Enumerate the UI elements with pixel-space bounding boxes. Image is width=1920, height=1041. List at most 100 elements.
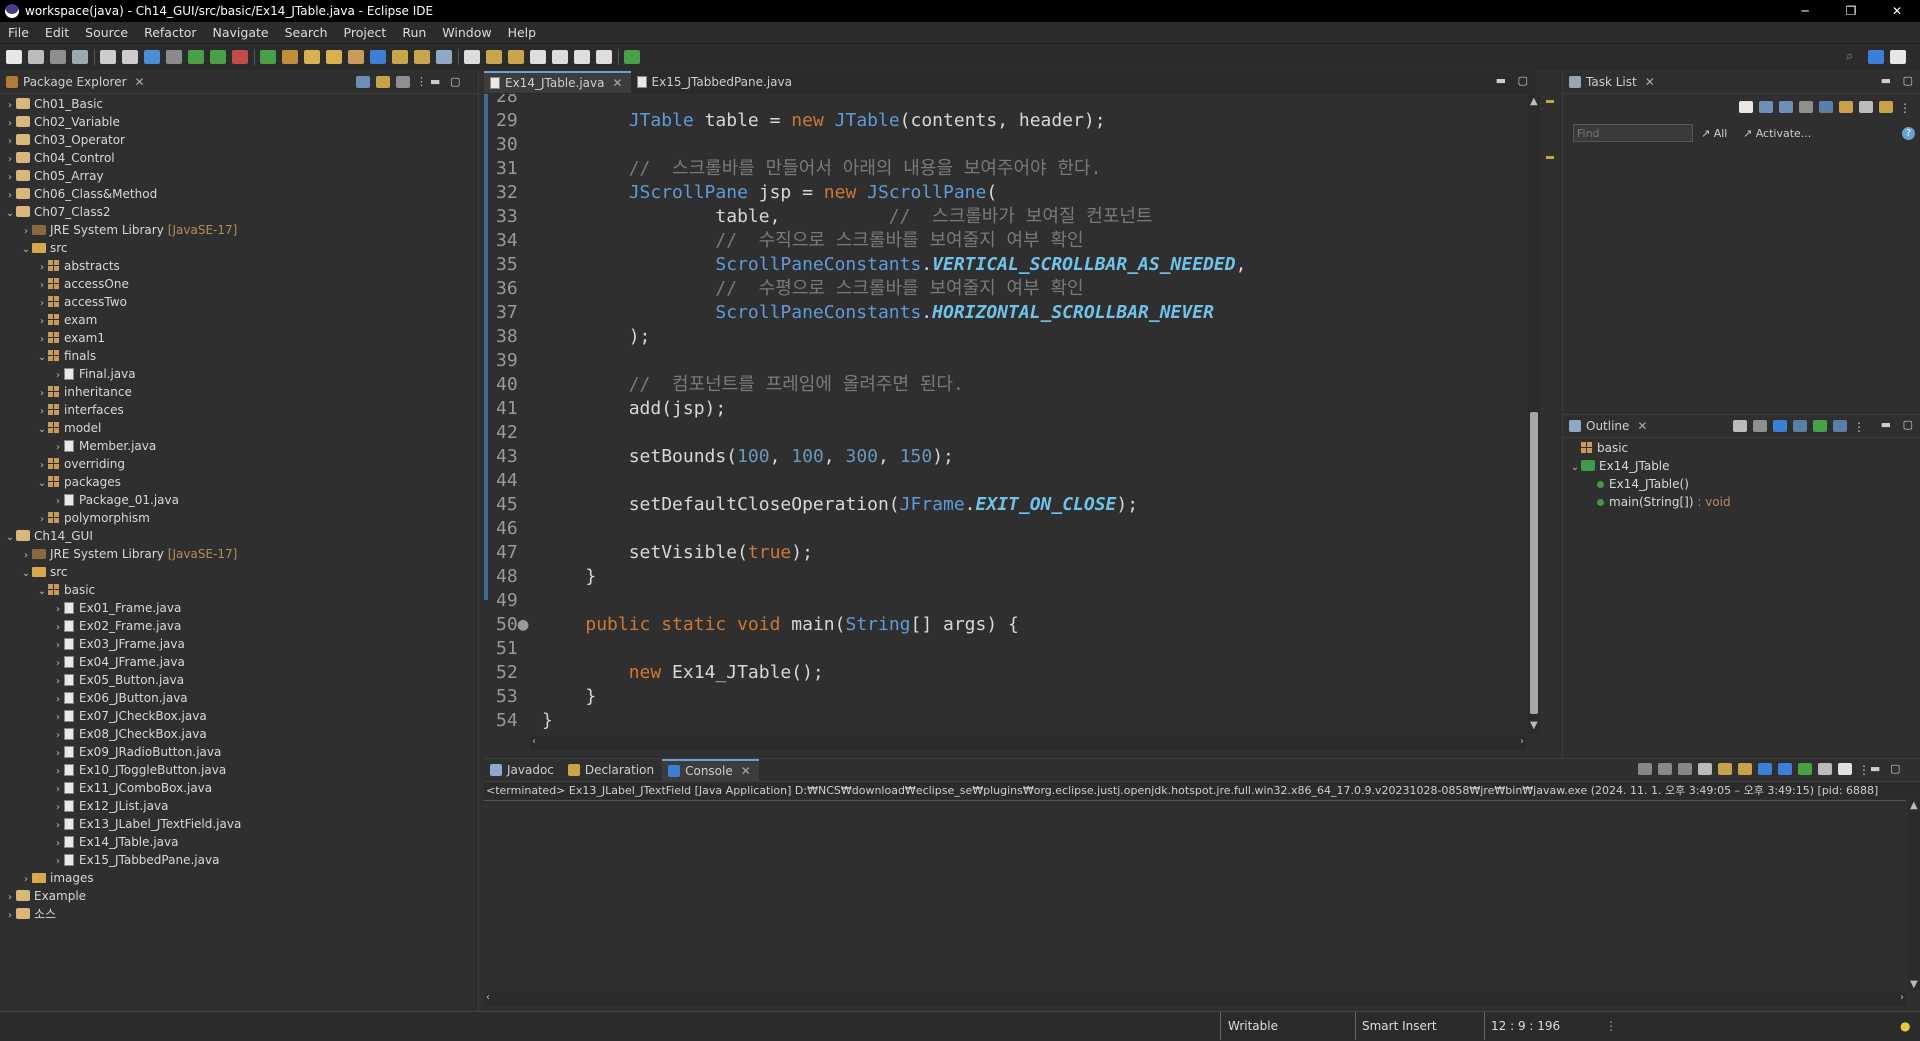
search-icon[interactable]: ⌕ [1846, 50, 1862, 64]
hide-static-icon[interactable] [1793, 420, 1807, 432]
save-all-icon[interactable] [50, 50, 66, 64]
tree-item[interactable]: › Ex03_JFrame.java [0, 635, 478, 653]
tree-item[interactable]: › JRE System Library [JavaSE-17] [0, 221, 478, 239]
editor-tab[interactable]: Ex15_JTabbedPane.java [631, 71, 800, 93]
print-icon[interactable] [72, 50, 88, 64]
remove-all-icon[interactable] [1678, 763, 1692, 775]
pin-console-icon[interactable] [1798, 763, 1812, 775]
status-menu-icon[interactable]: ⋮ [1605, 1019, 1617, 1033]
display-console-icon[interactable] [1818, 763, 1832, 775]
menu-file[interactable]: File [0, 25, 37, 40]
tree-item[interactable]: ⌄ Ch14_GUI [0, 527, 478, 545]
minimize-view-icon[interactable]: ▬ [430, 76, 444, 88]
open-task-icon[interactable] [326, 50, 342, 64]
editor-tab[interactable]: Ex14_JTable.java ✕ [484, 71, 631, 93]
minimize-editor-icon[interactable]: ▬ [1496, 74, 1506, 87]
editor-horizontal-scrollbar[interactable]: ‹ › [530, 736, 1526, 750]
code-line[interactable]: ScrollPaneConstants.VERTICAL_SCROLLBAR_A… [542, 253, 1246, 277]
mark-occurrences-icon[interactable] [436, 50, 452, 64]
tree-item[interactable]: ⌄ src [0, 239, 478, 257]
back-icon[interactable] [530, 50, 546, 64]
close-tab-icon[interactable]: ✕ [612, 76, 622, 90]
tree-item[interactable]: › exam [0, 311, 478, 329]
link-with-editor-icon[interactable] [376, 76, 390, 88]
scroll-thumb[interactable] [1530, 412, 1538, 714]
breakpoint-icon[interactable] [166, 50, 182, 64]
redo-icon[interactable] [122, 50, 138, 64]
code-line[interactable]: // 스크롤바를 만들어서 아래의 내용을 보여주어야 한다. [542, 157, 1102, 181]
console-vertical-scrollbar[interactable]: ▲ ▼ [1908, 800, 1920, 990]
clear-console-icon[interactable] [1698, 763, 1712, 775]
tree-item[interactable]: › Ex12_JList.java [0, 797, 478, 815]
next-annotation-icon[interactable] [392, 50, 408, 64]
view-menu-icon[interactable]: ⋮ [416, 76, 427, 88]
code-line[interactable]: setDefaultCloseOperation(JFrame.EXIT_ON_… [542, 493, 1138, 517]
insert-mode-status[interactable]: Smart Insert [1362, 1019, 1437, 1033]
outline-item[interactable]: main(String[]) : void [1569, 493, 1731, 511]
maximize-view-icon[interactable]: ▢ [1903, 74, 1913, 87]
collapse-all-icon[interactable] [356, 76, 370, 88]
toggle-icon[interactable] [144, 50, 160, 64]
tree-item[interactable]: › Ex06_JButton.java [0, 689, 478, 707]
menu-run[interactable]: Run [394, 25, 434, 40]
view-menu-icon[interactable]: ⋮ [1899, 101, 1911, 115]
minimize-view-icon[interactable]: ▬ [1881, 74, 1891, 87]
tree-item[interactable]: › images [0, 869, 478, 887]
menu-navigate[interactable]: Navigate [205, 25, 277, 40]
code-line[interactable]: JScrollPane jsp = new JScrollPane( [542, 181, 998, 205]
save-icon[interactable] [28, 50, 44, 64]
code-line[interactable]: new Ex14_JTable(); [542, 661, 824, 685]
sync-icon[interactable] [1839, 101, 1853, 113]
restore-button[interactable]: ❐ [1828, 0, 1874, 22]
run-icon[interactable] [210, 50, 226, 64]
tab-task-list[interactable]: Task List ✕ [1563, 71, 1663, 93]
code-line[interactable]: // 수직으로 스크롤바를 보여줄지 여부 확인 [542, 229, 1083, 253]
code-line[interactable]: } [542, 565, 596, 589]
tab-declaration[interactable]: Declaration [562, 759, 662, 781]
tree-item[interactable]: › Ex08_JCheckBox.java [0, 725, 478, 743]
tree-item[interactable]: › Ch05_Array [0, 167, 478, 185]
tab-javadoc[interactable]: Javadoc [484, 759, 562, 781]
collapse-icon[interactable] [1819, 101, 1833, 113]
categorize-icon[interactable] [1759, 101, 1773, 113]
menu-search[interactable]: Search [277, 25, 336, 40]
open-type-icon[interactable] [304, 50, 320, 64]
new-icon[interactable] [6, 50, 22, 64]
help-icon[interactable]: ? [1902, 127, 1915, 140]
tree-item[interactable]: › Ex02_Frame.java [0, 617, 478, 635]
code-editor[interactable]: 28 29 JTable table = new JTable(contents,… [484, 94, 1536, 736]
tree-item[interactable]: › Ex05_Button.java [0, 671, 478, 689]
show-on-stdout-icon[interactable] [1758, 763, 1772, 775]
search-icon[interactable] [348, 50, 364, 64]
activate-link[interactable]: ↗ Activate... [1743, 127, 1811, 140]
maximize-view-icon[interactable]: ▢ [1903, 418, 1913, 431]
tree-item[interactable]: ⌄ basic [0, 581, 478, 599]
terminal-icon[interactable] [624, 50, 640, 64]
tree-item[interactable]: › Ex15_JTabbedPane.java [0, 851, 478, 869]
tree-item[interactable]: › overriding [0, 455, 478, 473]
view-menu-icon[interactable]: ⋮ [1853, 420, 1865, 434]
console-horizontal-scrollbar[interactable]: ‹ › [484, 992, 1906, 1006]
tree-item[interactable]: › JRE System Library [JavaSE-17] [0, 545, 478, 563]
outline-item[interactable]: Ex14_JTable() [1569, 475, 1731, 493]
tab-outline[interactable]: Outline ✕ [1563, 415, 1655, 437]
tree-item[interactable]: ⌄ Ch07_Class2 [0, 203, 478, 221]
scroll-lock-icon[interactable] [1718, 763, 1732, 775]
tree-item[interactable]: › abstracts [0, 257, 478, 275]
outline-item[interactable]: ⌄ Ex14_JTable [1569, 457, 1731, 475]
close-tab-icon[interactable]: ✕ [741, 764, 751, 778]
tree-item[interactable]: › Ex13_JLabel_JTextField.java [0, 815, 478, 833]
tree-item[interactable]: › Package_01.java [0, 491, 478, 509]
menu-source[interactable]: Source [77, 25, 136, 40]
tree-item[interactable]: › Ch02_Variable [0, 113, 478, 131]
all-filter-link[interactable]: ↗ All [1701, 127, 1727, 140]
tree-item[interactable]: › Ch04_Control [0, 149, 478, 167]
tree-item[interactable]: ⌄ src [0, 563, 478, 581]
new-class-icon[interactable] [282, 50, 298, 64]
tree-item[interactable]: › Ch01_Basic [0, 95, 478, 113]
scheduled-icon[interactable] [1779, 101, 1793, 113]
debug-icon[interactable] [188, 50, 204, 64]
menu-window[interactable]: Window [434, 25, 499, 40]
code-line[interactable]: JTable table = new JTable(contents, head… [542, 109, 1106, 133]
tree-item[interactable]: › inheritance [0, 383, 478, 401]
